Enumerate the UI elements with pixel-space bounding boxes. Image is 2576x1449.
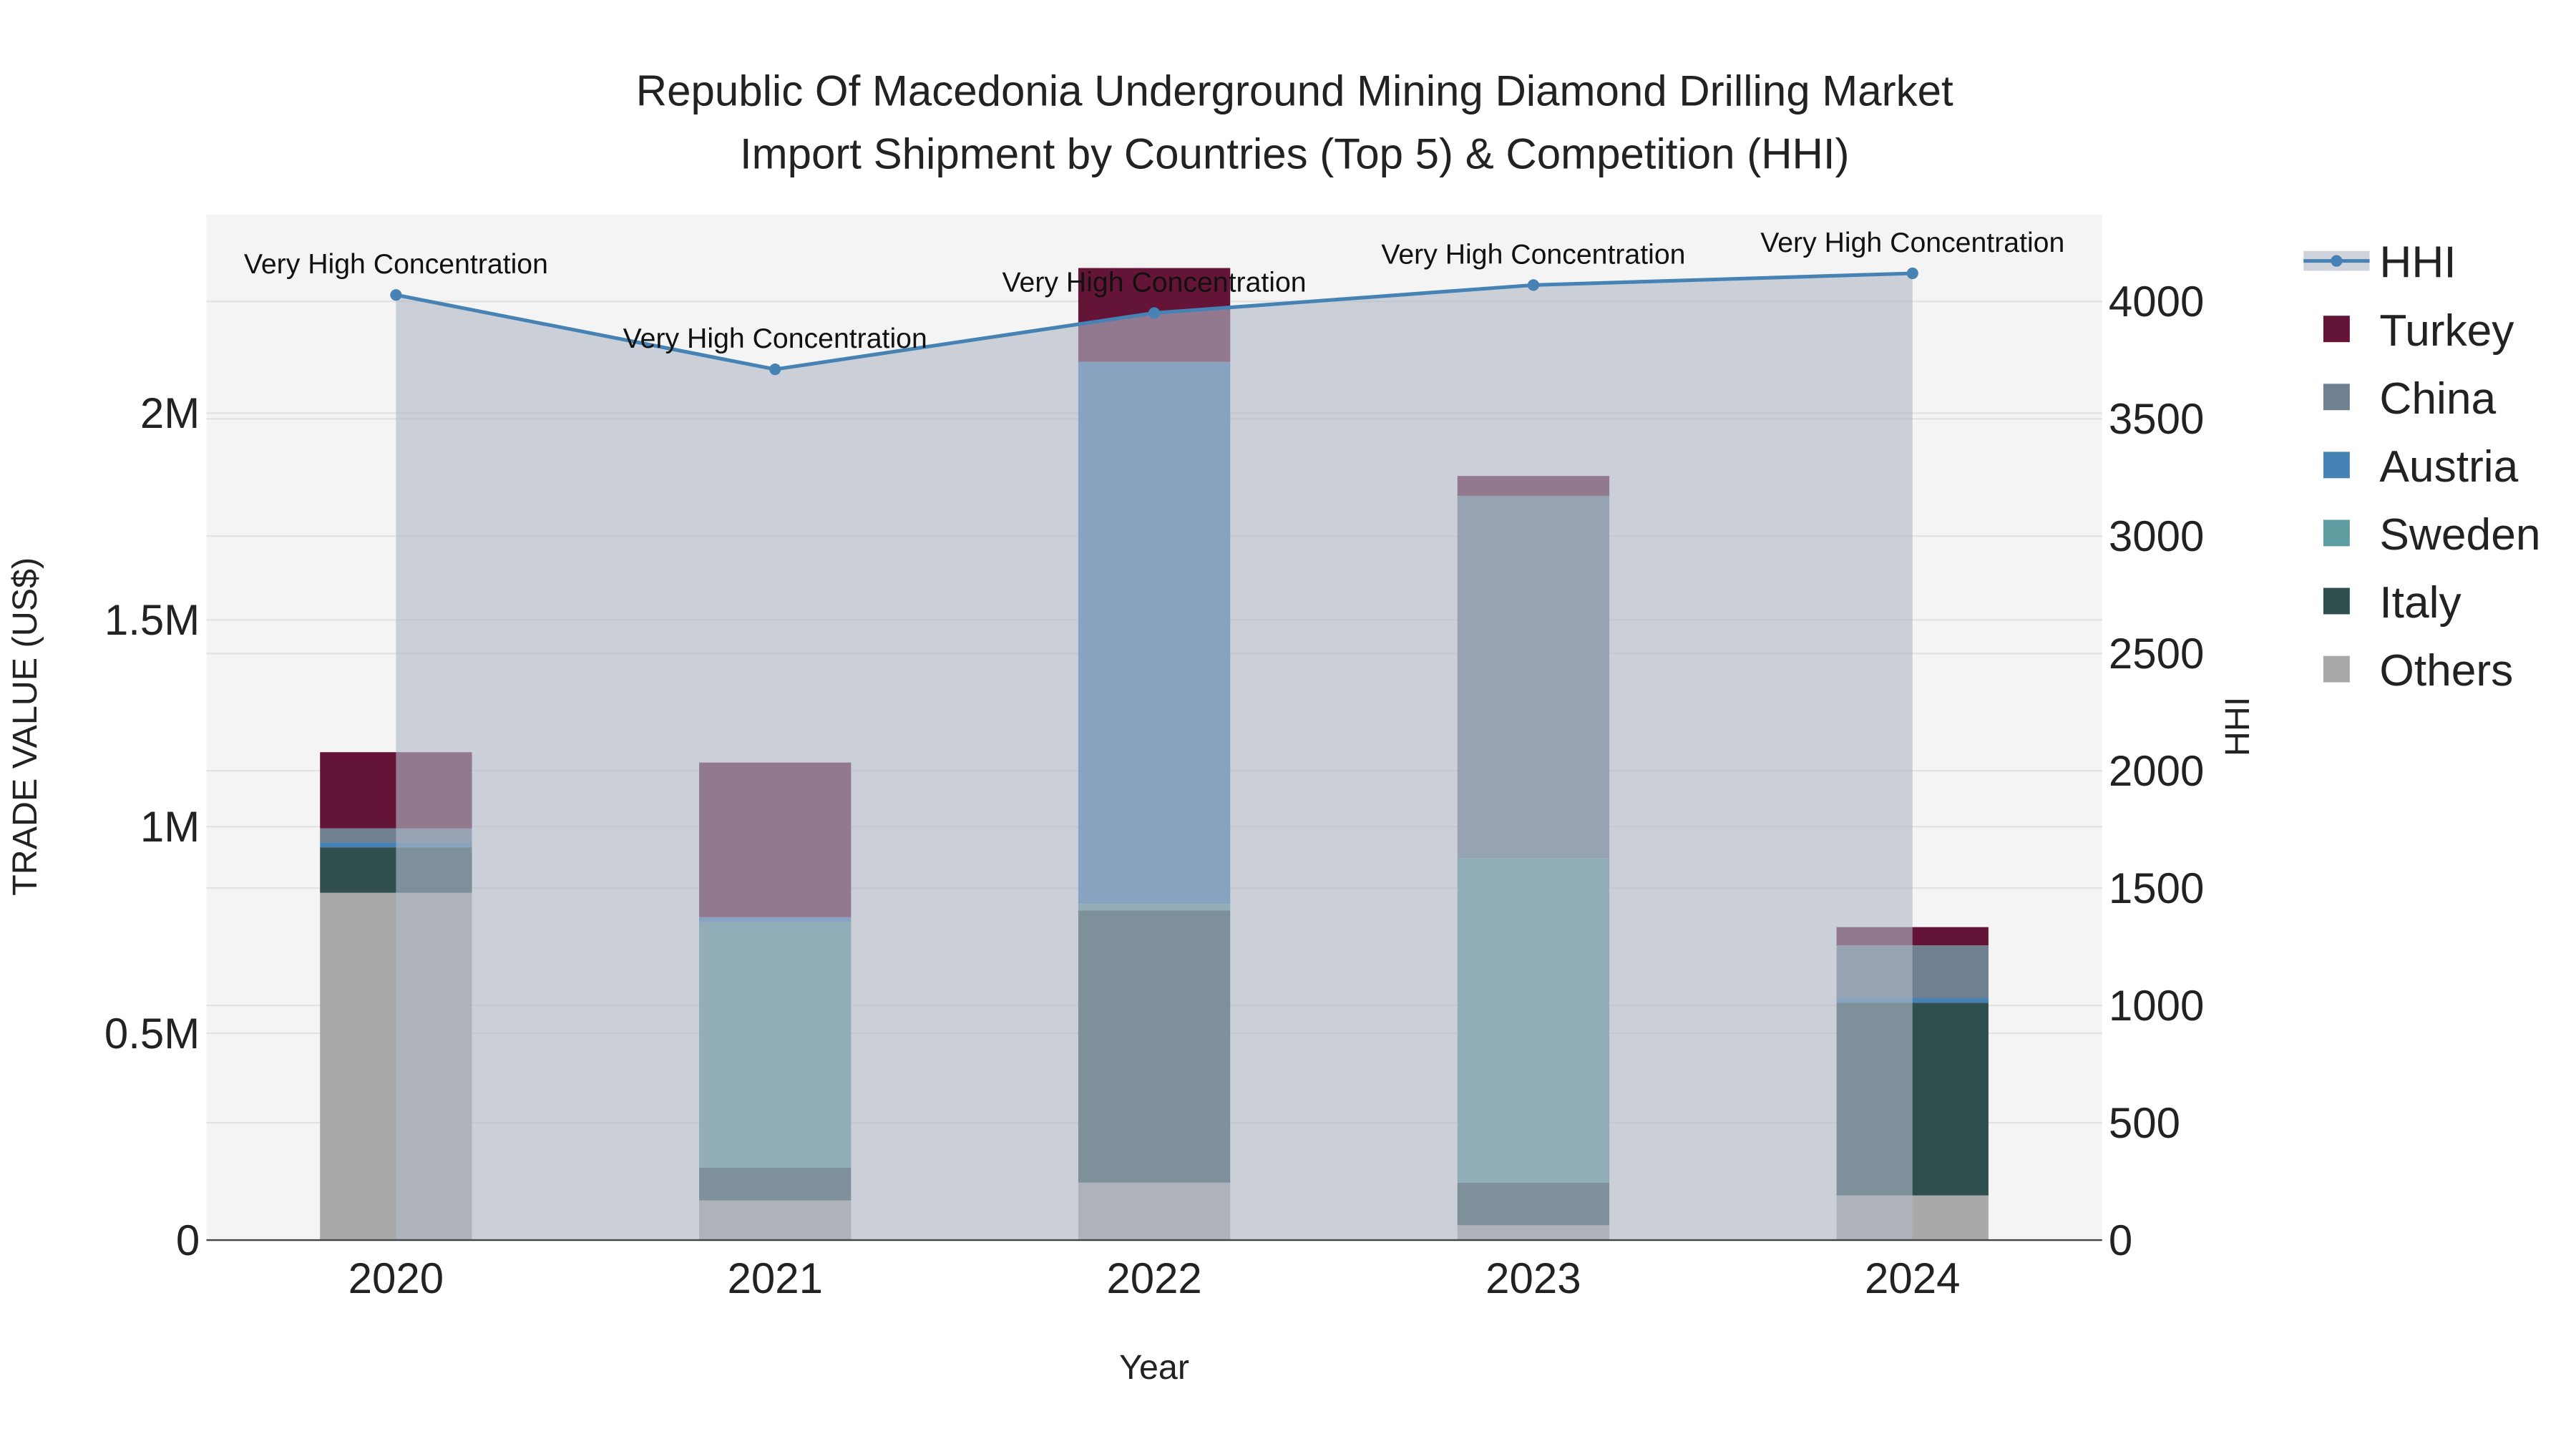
- y-tick-label: 1.5M: [104, 596, 200, 644]
- hhi-point-2022: [1148, 307, 1161, 319]
- legend-label-italy: Italy: [2379, 578, 2462, 628]
- y2-tick-label: 2000: [2109, 747, 2204, 795]
- hhi-point-2020: [390, 289, 402, 301]
- y2-tick-label: 500: [2109, 1099, 2180, 1147]
- y2-axis-title: HHI: [2218, 697, 2257, 756]
- legend-swatch-others: [2323, 655, 2350, 683]
- x-tick-label: 2020: [348, 1254, 444, 1302]
- y-tick-label: 0.5M: [104, 1010, 200, 1058]
- legend-swatch-turkey: [2323, 316, 2350, 343]
- x-tick-label: 2022: [1106, 1254, 1201, 1302]
- hhi-layer: Very High Concentration Very High Concent…: [244, 227, 2064, 1241]
- legend-hhi-marker: [2331, 255, 2343, 267]
- hhi-area: [396, 273, 1913, 1241]
- y2-tick-label: 1500: [2109, 864, 2204, 912]
- x-tick-label: 2021: [727, 1254, 822, 1302]
- y-tick-label: 1M: [140, 803, 200, 851]
- legend-swatch-italy: [2323, 587, 2350, 615]
- hhi-annotation: Very High Concentration: [1760, 227, 2064, 258]
- legend-label-others: Others: [2379, 646, 2513, 696]
- x-axis-title: Year: [1119, 1348, 1189, 1387]
- hhi-annotation: Very High Concentration: [1381, 238, 1685, 270]
- legend-label-austria: Austria: [2379, 442, 2518, 492]
- chart: Very High Concentration Very High Concent…: [6, 67, 2541, 1387]
- legend: HHI Turkey China Austria Sweden Italy Others: [2303, 238, 2541, 696]
- y2-tick-label: 0: [2109, 1216, 2132, 1264]
- legend-swatch-sweden: [2323, 519, 2350, 547]
- y-tick-label: 0: [176, 1216, 200, 1264]
- legend-label-turkey: Turkey: [2379, 306, 2514, 356]
- hhi-annotation: Very High Concentration: [1002, 266, 1307, 298]
- hhi-point-2024: [1906, 267, 1918, 280]
- y-axis-title: TRADE VALUE (US$): [6, 557, 44, 896]
- chart-subtitle: Import Shipment by Countries (Top 5) & C…: [740, 130, 1850, 177]
- x-tick-label: 2024: [1865, 1254, 1960, 1302]
- chart-title: Republic Of Macedonia Underground Mining…: [636, 67, 1953, 115]
- hhi-point-2021: [769, 364, 781, 376]
- hhi-annotation: Very High Concentration: [623, 323, 927, 354]
- hhi-annotation: Very High Concentration: [244, 248, 548, 280]
- y2-tick-label: 3000: [2109, 512, 2204, 560]
- x-tick-label: 2023: [1485, 1254, 1581, 1302]
- legend-label-hhi: HHI: [2379, 238, 2456, 288]
- y2-tick-label: 1000: [2109, 982, 2204, 1030]
- legend-label-china: China: [2379, 374, 2496, 424]
- y2-tick-label: 4000: [2109, 278, 2204, 326]
- legend-swatch-china: [2323, 384, 2350, 411]
- hhi-point-2023: [1527, 279, 1539, 291]
- legend-swatch-austria: [2323, 452, 2350, 479]
- legend-label-sweden: Sweden: [2379, 510, 2540, 560]
- y-tick-label: 2M: [140, 389, 200, 437]
- y2-tick-label: 3500: [2109, 395, 2204, 443]
- y2-tick-label: 2500: [2109, 630, 2204, 678]
